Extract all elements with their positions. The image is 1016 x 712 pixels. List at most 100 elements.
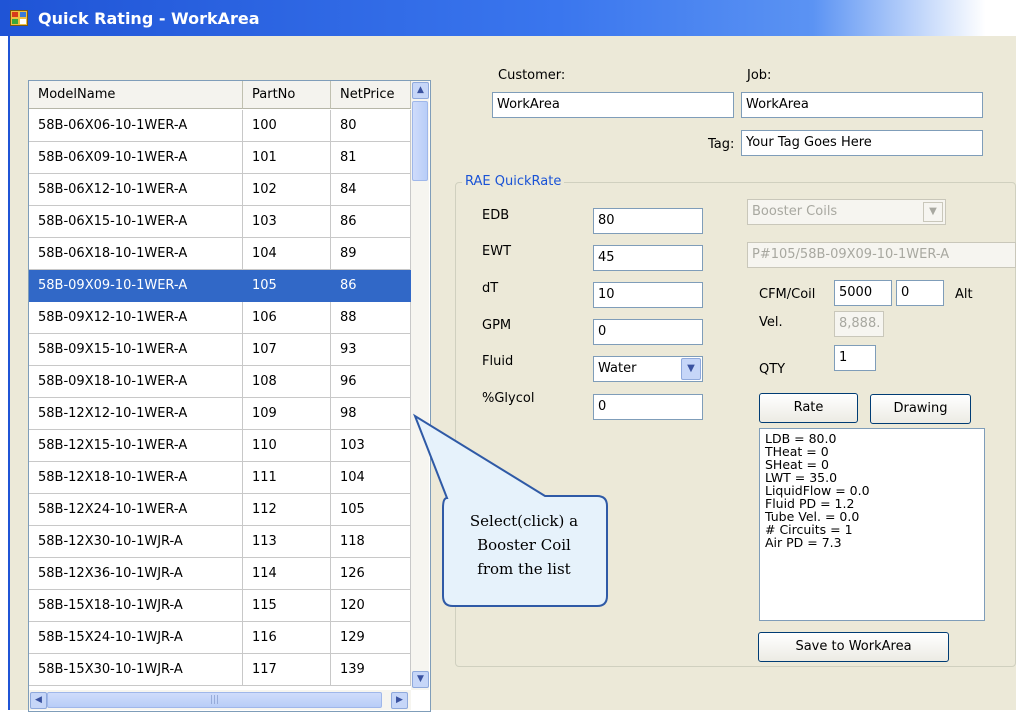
table-row[interactable]: 58B-15X18-10-1WJR-A 115 120 — [29, 590, 411, 622]
cell-modelname[interactable]: 58B-12X18-10-1WER-A — [29, 462, 243, 494]
dt-field[interactable]: 10 — [593, 282, 703, 308]
table-row[interactable]: 58B-06X12-10-1WER-A 102 84 — [29, 174, 411, 206]
cell-modelname[interactable]: 58B-06X12-10-1WER-A — [29, 174, 243, 206]
save-to-workarea-button[interactable]: Save to WorkArea — [758, 632, 949, 662]
cell-partno[interactable]: 116 — [243, 622, 331, 654]
horizontal-scrollbar[interactable]: ◀ ||| ▶ — [29, 690, 411, 710]
cell-partno[interactable]: 112 — [243, 494, 331, 526]
cell-modelname[interactable]: 58B-06X06-10-1WER-A — [29, 110, 243, 142]
drawing-button[interactable]: Drawing — [870, 394, 971, 424]
table-row[interactable]: 58B-06X09-10-1WER-A 101 81 — [29, 142, 411, 174]
table-row[interactable]: 58B-09X12-10-1WER-A 106 88 — [29, 302, 411, 334]
cell-modelname[interactable]: 58B-09X18-10-1WER-A — [29, 366, 243, 398]
cell-modelname[interactable]: 58B-06X09-10-1WER-A — [29, 142, 243, 174]
column-header-modelname[interactable]: ModelName — [29, 81, 243, 109]
table-row[interactable]: 58B-06X06-10-1WER-A 100 80 — [29, 110, 411, 142]
coil-type-select[interactable]: Booster Coils ▼ — [747, 199, 946, 225]
cell-netprice[interactable]: 88 — [331, 302, 411, 334]
table-row[interactable]: 58B-12X24-10-1WER-A 112 105 — [29, 494, 411, 526]
cell-modelname[interactable]: 58B-12X15-10-1WER-A — [29, 430, 243, 462]
cell-netprice[interactable]: 126 — [331, 558, 411, 590]
cell-modelname[interactable]: 58B-12X24-10-1WER-A — [29, 494, 243, 526]
altitude-field[interactable]: 0 — [896, 280, 944, 306]
cell-modelname[interactable]: 58B-06X15-10-1WER-A — [29, 206, 243, 238]
scroll-up-button[interactable]: ▲ — [412, 82, 429, 99]
cell-partno[interactable]: 110 — [243, 430, 331, 462]
cell-partno[interactable]: 109 — [243, 398, 331, 430]
cell-netprice[interactable]: 103 — [331, 430, 411, 462]
cell-modelname[interactable]: 58B-12X30-10-1WJR-A — [29, 526, 243, 558]
cell-modelname[interactable]: 58B-09X15-10-1WER-A — [29, 334, 243, 366]
cell-modelname[interactable]: 58B-12X12-10-1WER-A — [29, 398, 243, 430]
cell-netprice[interactable]: 81 — [331, 142, 411, 174]
customer-field[interactable]: WorkArea — [492, 92, 734, 118]
table-row[interactable]: 58B-12X18-10-1WER-A 111 104 — [29, 462, 411, 494]
cell-partno[interactable]: 105 — [243, 270, 331, 302]
cell-partno[interactable]: 103 — [243, 206, 331, 238]
scroll-left-button[interactable]: ◀ — [30, 692, 47, 709]
table-row[interactable]: 58B-09X18-10-1WER-A 108 96 — [29, 366, 411, 398]
table-row[interactable]: 58B-12X36-10-1WJR-A 114 126 — [29, 558, 411, 590]
scroll-down-button[interactable]: ▼ — [412, 671, 429, 688]
cell-netprice[interactable]: 84 — [331, 174, 411, 206]
chevron-down-icon[interactable]: ▼ — [681, 358, 701, 380]
table-row[interactable]: 58B-06X18-10-1WER-A 104 89 — [29, 238, 411, 270]
cell-netprice[interactable]: 89 — [331, 238, 411, 270]
cell-partno[interactable]: 114 — [243, 558, 331, 590]
cfm-field[interactable]: 5000 — [834, 280, 892, 306]
ewt-field[interactable]: 45 — [593, 245, 703, 271]
table-row[interactable]: 58B-15X30-10-1WJR-A 117 139 — [29, 654, 411, 686]
column-header-partno[interactable]: PartNo — [243, 81, 331, 109]
cell-modelname[interactable]: 58B-12X36-10-1WJR-A — [29, 558, 243, 590]
qty-field[interactable]: 1 — [834, 345, 876, 371]
job-field[interactable]: WorkArea — [741, 92, 983, 118]
cell-modelname[interactable]: 58B-06X18-10-1WER-A — [29, 238, 243, 270]
cell-partno[interactable]: 115 — [243, 590, 331, 622]
cell-partno[interactable]: 104 — [243, 238, 331, 270]
tag-field[interactable]: Your Tag Goes Here — [741, 130, 983, 156]
horizontal-scroll-thumb[interactable]: ||| — [47, 692, 382, 708]
table-row[interactable]: 58B-12X12-10-1WER-A 109 98 — [29, 398, 411, 430]
cell-partno[interactable]: 107 — [243, 334, 331, 366]
cell-netprice[interactable]: 86 — [331, 270, 411, 302]
table-row[interactable]: 58B-12X30-10-1WJR-A 113 118 — [29, 526, 411, 558]
cell-netprice[interactable]: 80 — [331, 110, 411, 142]
column-header-netprice[interactable]: NetPrice — [331, 81, 411, 109]
cell-partno[interactable]: 117 — [243, 654, 331, 686]
cell-modelname[interactable]: 58B-15X24-10-1WJR-A — [29, 622, 243, 654]
table-row[interactable]: 58B-09X09-10-1WER-A 105 86 — [29, 270, 411, 302]
cell-netprice[interactable]: 118 — [331, 526, 411, 558]
cell-netprice[interactable]: 93 — [331, 334, 411, 366]
cell-netprice[interactable]: 98 — [331, 398, 411, 430]
coil-list-grid[interactable]: ModelName PartNo NetPrice 58B-06X06-10-1… — [28, 80, 431, 712]
cell-partno[interactable]: 100 — [243, 110, 331, 142]
cell-netprice[interactable]: 139 — [331, 654, 411, 686]
cell-netprice[interactable]: 96 — [331, 366, 411, 398]
chevron-down-icon[interactable]: ▼ — [923, 202, 943, 222]
table-row[interactable]: 58B-15X24-10-1WJR-A 116 129 — [29, 622, 411, 654]
vertical-scroll-thumb[interactable] — [412, 101, 428, 181]
results-textbox[interactable]: LDB = 80.0 THeat = 0 SHeat = 0 LWT = 35.0 Li… — [759, 428, 985, 621]
table-row[interactable]: 58B-06X15-10-1WER-A 103 86 — [29, 206, 411, 238]
rate-button[interactable]: Rate — [759, 393, 858, 423]
scroll-right-button[interactable]: ▶ — [391, 692, 408, 709]
table-row[interactable]: 58B-12X15-10-1WER-A 110 103 — [29, 430, 411, 462]
cell-partno[interactable]: 108 — [243, 366, 331, 398]
title-bar[interactable]: Quick Rating - WorkArea — [0, 0, 1016, 36]
cell-partno[interactable]: 113 — [243, 526, 331, 558]
cell-partno[interactable]: 102 — [243, 174, 331, 206]
cell-netprice[interactable]: 129 — [331, 622, 411, 654]
gpm-field[interactable]: 0 — [593, 319, 703, 345]
cell-partno[interactable]: 111 — [243, 462, 331, 494]
cell-modelname[interactable]: 58B-15X18-10-1WJR-A — [29, 590, 243, 622]
part-description-field[interactable]: P#105/58B-09X09-10-1WER-A — [747, 242, 1016, 268]
cell-netprice[interactable]: 104 — [331, 462, 411, 494]
cell-modelname[interactable]: 58B-09X12-10-1WER-A — [29, 302, 243, 334]
cell-modelname[interactable]: 58B-15X30-10-1WJR-A — [29, 654, 243, 686]
table-row[interactable]: 58B-09X15-10-1WER-A 107 93 — [29, 334, 411, 366]
edb-field[interactable]: 80 — [593, 208, 703, 234]
cell-netprice[interactable]: 105 — [331, 494, 411, 526]
cell-modelname[interactable]: 58B-09X09-10-1WER-A — [29, 270, 243, 302]
fluid-select[interactable]: Water ▼ — [593, 356, 703, 382]
cell-netprice[interactable]: 86 — [331, 206, 411, 238]
